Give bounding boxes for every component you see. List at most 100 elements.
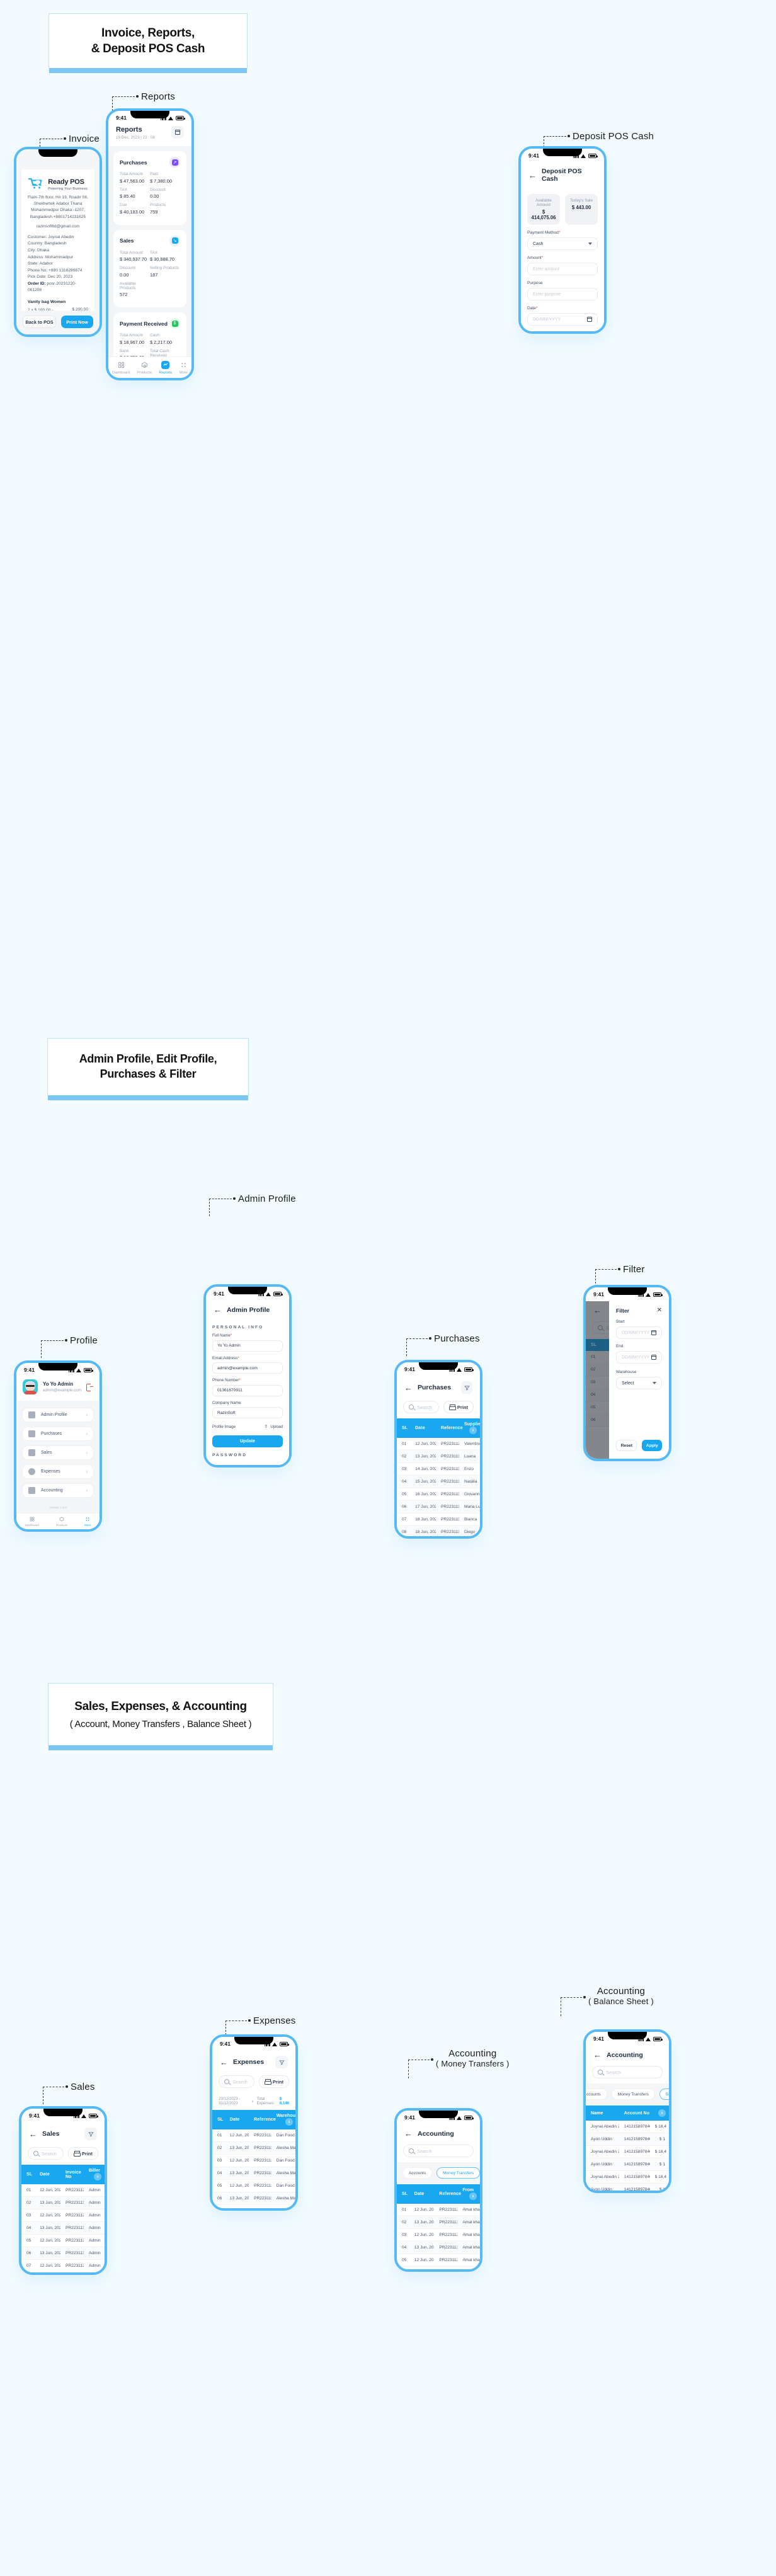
table-row[interactable]: 0512 Jun, 2023PR2231129Admin	[21, 2234, 105, 2247]
profile-menu[interactable]: Admin Profile › Purchases › Sales › Expe…	[16, 1401, 100, 1525]
apply-button[interactable]: Apply	[642, 1440, 662, 1451]
table-row[interactable]: 0213 Jun, 2023PR2231130Luana	[397, 1450, 480, 1463]
table-row[interactable]: Ayon Uddin1412158978401$ 1	[586, 2158, 669, 2171]
table-row[interactable]: 0112 Jun, 2023PR2231129Dan Food Wareh	[212, 2129, 295, 2142]
table-row[interactable]: Joynal Abedin 21412158978402$ 18,4	[586, 2145, 669, 2158]
upload-button[interactable]: ⇪ Upload	[265, 1424, 283, 1430]
back-arrow-icon[interactable]: ←	[593, 2051, 602, 2059]
tab-more[interactable]: More	[84, 1516, 91, 1527]
close-icon[interactable]: ✕	[657, 1308, 662, 1314]
table-row[interactable]: Ayon Uddin1412158978401$ 1	[586, 2133, 669, 2146]
next-column-button[interactable]: ›	[469, 1427, 477, 1434]
search-input[interactable]: Search	[403, 1401, 439, 1413]
payment-method-select[interactable]: Cash	[527, 237, 598, 250]
table-row[interactable]: 0512 Jun, 2023PR2231129Amal khan	[397, 2254, 480, 2267]
update-button[interactable]: Update	[212, 1435, 283, 1447]
table-row[interactable]: 0712 Jun, 2023PR2231129Admin	[21, 2259, 105, 2272]
date-input[interactable]: DD/MM/YYYY	[527, 313, 598, 326]
pill-balance-sheet[interactable]: Balance Sheet	[659, 2089, 669, 2100]
tab-dashboard[interactable]: Dashboard	[112, 361, 130, 375]
menu-item-admin-profile[interactable]: Admin Profile ›	[22, 1408, 94, 1422]
menu-item-expenses[interactable]: Expenses ›	[22, 1464, 94, 1479]
table-row[interactable]: 0413 Jun, 2023PR2231130Amal khan	[397, 2241, 480, 2254]
table-row[interactable]: 0818 Jun, 2023PR2231136Diego	[397, 1525, 480, 1536]
table-row[interactable]: 0415 Jun, 2023PR2231132Natália	[397, 1475, 480, 1488]
back-arrow-icon[interactable]: ←	[29, 2130, 37, 2138]
table-row[interactable]: 0312 Jun, 2023PR2231129Dan Food Wareh	[212, 2154, 295, 2167]
table-row[interactable]: Ayon Uddin1412158978401$ 1	[586, 2183, 669, 2191]
calendar-icon[interactable]	[171, 126, 184, 139]
print-button[interactable]: Print	[443, 1401, 474, 1413]
next-column-button[interactable]: ›	[285, 2118, 293, 2126]
filter-icon[interactable]	[461, 1381, 472, 1394]
table-row[interactable]: 0312 Jun, 2023PR2231129Admin	[21, 2209, 105, 2222]
print-button[interactable]: Print	[67, 2147, 98, 2160]
calendar-icon[interactable]	[587, 317, 592, 322]
table-row[interactable]: 0312 Jun, 2023PR2231129Amal khan	[397, 2228, 480, 2242]
reports-scroll[interactable]: Purchases ↗ Total Amount $ 47,563.00 Paid…	[108, 146, 191, 377]
table-row[interactable]: 0112 Jun, 2023PR2231129Amal khan	[397, 2204, 480, 2216]
full-name-input[interactable]: Yo Yo Admin	[212, 1340, 283, 1352]
tab-more[interactable]: More	[180, 361, 188, 375]
back-arrow-icon[interactable]: ←	[528, 171, 537, 180]
table-row[interactable]: 0512 Jun, 2023PR2231129Dan Food Wareh	[212, 2179, 295, 2192]
table-row[interactable]: 0617 Jun, 2023PR2231134Maria Luiza	[397, 1500, 480, 1513]
table-row[interactable]: 0213 Jun, 2023PR2231130Alesha Mart	[212, 2141, 295, 2155]
table-row[interactable]: 0613 Jun, 2023PR2231130Alesha Mart	[212, 2192, 295, 2205]
amount-input[interactable]: Enter amount	[527, 263, 598, 275]
tab-dashboard[interactable]: Dashboard	[25, 1516, 39, 1527]
logout-icon[interactable]	[86, 1384, 93, 1391]
table-row[interactable]: 0213 Jun, 2023PR2231130Amal khan	[397, 2216, 480, 2229]
tab-reports[interactable]: Reports	[159, 360, 172, 375]
tab-products[interactable]: Products	[137, 361, 152, 375]
warehouse-select[interactable]: Select	[615, 1377, 662, 1389]
end-date-input[interactable]: DD/MM/YYYY	[615, 1351, 662, 1364]
table-row[interactable]: 0613 Jun, 2023PR2231130Amal khan	[397, 2266, 480, 2269]
table-row[interactable]: 0413 Jun, 2023PR2231130Admin	[21, 2221, 105, 2235]
search-input[interactable]: Search	[28, 2147, 64, 2160]
back-arrow-icon[interactable]: ←	[404, 2129, 413, 2138]
table-row[interactable]: 0213 Jun, 2023PR2231130Admin	[21, 2196, 105, 2209]
back-to-pos-button[interactable]: Back to POS	[23, 316, 56, 328]
search-input[interactable]: Search	[403, 2145, 474, 2157]
back-arrow-icon[interactable]: ←	[220, 2058, 228, 2066]
table-row[interactable]: 0314 Jun, 2023PR2231131Enzo	[397, 1462, 480, 1476]
company-input[interactable]: RazinSoft	[212, 1407, 283, 1418]
menu-item-purchases[interactable]: Purchases ›	[22, 1427, 94, 1441]
reset-button[interactable]: Reset	[615, 1440, 637, 1451]
table-row[interactable]: 0712 Jun, 2023PR2231129Dan Food Wareh	[212, 2204, 295, 2208]
table-row[interactable]: 0516 Jun, 2023PR2231133Giovanni	[397, 1488, 480, 1501]
email-input[interactable]: admin@example.com	[212, 1362, 283, 1374]
print-now-button[interactable]: Print Now	[61, 316, 93, 328]
start-date-input[interactable]: DD/MM/YYYY	[615, 1326, 662, 1339]
search-input[interactable]: Search	[592, 2066, 663, 2078]
pill-accounts[interactable]: Accounts	[402, 2167, 433, 2179]
table-row[interactable]: Joynal Abedin 21412158978402$ 18,4	[586, 2170, 669, 2184]
menu-item-accounting[interactable]: Accounting ›	[22, 1483, 94, 1498]
table-row[interactable]: 0813 Jun, 2023PR2231130Admin	[21, 2272, 105, 2273]
table-row[interactable]: Joynal Abedin 21412158978402$ 18,4	[586, 2121, 669, 2133]
menu-item-sales[interactable]: Sales ›	[22, 1445, 94, 1460]
pill-money-transfers[interactable]: Money Transfers	[611, 2089, 655, 2100]
phone-input[interactable]: 01361670911	[212, 1384, 283, 1396]
table-row[interactable]: 0718 Jun, 2023PR2231135Bianca	[397, 1513, 480, 1526]
back-arrow-icon[interactable]: ←	[214, 1306, 222, 1314]
next-column-button[interactable]: ›	[469, 2192, 477, 2200]
table-row[interactable]: 0413 Jun, 2023PR2231130Alesha Mart	[212, 2167, 295, 2180]
pill-accounts[interactable]: ccounts	[586, 2089, 607, 2100]
filter-icon[interactable]	[84, 2128, 97, 2140]
calendar-icon[interactable]	[651, 1355, 656, 1360]
table-row[interactable]: 0112 Jun, 2023PR2231129Valentina	[397, 1438, 480, 1450]
next-column-button[interactable]: ›	[658, 2109, 666, 2117]
search-input[interactable]: Search	[219, 2075, 254, 2088]
purpose-input[interactable]: Enter purpose	[527, 288, 598, 300]
print-button[interactable]: Print	[258, 2075, 289, 2088]
calendar-icon[interactable]	[651, 1330, 656, 1335]
back-arrow-icon[interactable]: ←	[404, 1384, 413, 1392]
pill-money-transfers[interactable]: Money Transfers	[437, 2167, 480, 2179]
filter-icon[interactable]	[275, 2056, 288, 2068]
admin-profile-body[interactable]: PERSONAL INFO Full Name* Yo Yo Admin Ema…	[206, 1319, 289, 1465]
table-row[interactable]: 0613 Jun, 2023PR2231130Admin	[21, 2247, 105, 2260]
tab-products[interactable]: Products	[56, 1516, 67, 1527]
table-row[interactable]: 0112 Jun, 2023PR2231129Admin	[21, 2184, 105, 2197]
